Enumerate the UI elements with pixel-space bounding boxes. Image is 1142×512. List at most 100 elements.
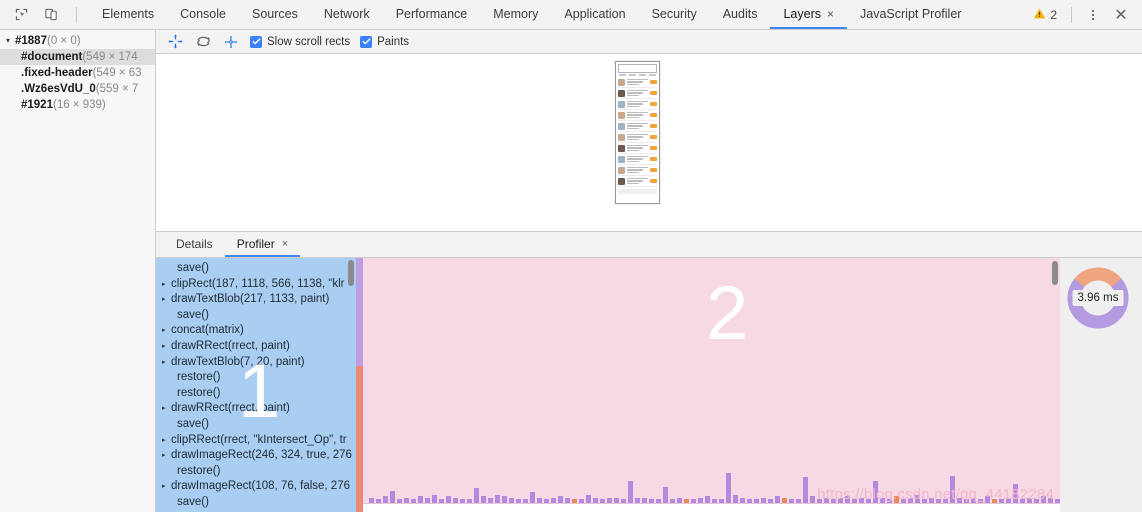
pan-tool-icon[interactable] — [166, 33, 184, 51]
status-badge[interactable]: 2 — [1027, 7, 1063, 23]
histogram-bar — [649, 499, 654, 503]
chevron-right-icon[interactable]: ▸ — [162, 355, 171, 371]
chevron-right-icon[interactable]: ▸ — [162, 401, 171, 417]
list-item[interactable]: save() — [156, 308, 356, 324]
tab-label: Sources — [252, 7, 298, 21]
list-item[interactable]: save() — [156, 417, 356, 433]
histogram-bar — [922, 499, 927, 503]
paint-command-list[interactable]: save() ▸clipRect(187, 1118, 566, 1138, "… — [156, 258, 356, 512]
histogram-bar — [467, 499, 472, 503]
checkbox-slow-scroll-rects[interactable]: Slow scroll rects — [250, 36, 350, 48]
paint-time-donut-chart: 3.96 ms — [1066, 266, 1130, 330]
chevron-right-icon[interactable]: ▸ — [162, 479, 171, 495]
chevron-right-icon[interactable]: ▸ — [162, 448, 171, 464]
list-item[interactable]: ▸drawRRect(rrect, paint) — [156, 339, 356, 355]
device-toolbar-icon[interactable] — [40, 4, 62, 26]
rotate-tool-icon[interactable] — [194, 33, 212, 51]
histogram-bar — [929, 498, 934, 503]
tree-row[interactable]: ▾#1887(0 × 0) — [0, 33, 155, 49]
tab-memory[interactable]: Memory — [480, 0, 551, 29]
chevron-right-icon[interactable]: ▸ — [162, 292, 171, 308]
command-list-scrollbar[interactable] — [348, 260, 354, 286]
reset-transform-icon[interactable] — [222, 33, 240, 51]
chevron-right-icon[interactable]: ▸ — [162, 339, 171, 355]
histogram-bar — [887, 499, 892, 503]
tab-label: Elements — [102, 7, 154, 21]
tree-row[interactable]: #1921(16 × 939) — [0, 97, 155, 113]
tab-close-icon[interactable]: × — [827, 8, 834, 20]
tab-label: Performance — [396, 7, 468, 21]
histogram-bar — [432, 495, 437, 503]
layer-name: #1887 — [15, 35, 47, 47]
command-text: drawTextBlob(217, 1133, paint) — [171, 293, 329, 305]
layers-content: Slow scroll rects Paints — [156, 30, 1142, 512]
histogram-bar — [712, 499, 717, 503]
histogram-bar — [369, 498, 374, 503]
tab-performance[interactable]: Performance — [383, 0, 481, 29]
inspect-element-icon[interactable] — [10, 4, 32, 26]
tab-network[interactable]: Network — [311, 0, 383, 29]
tab-console[interactable]: Console — [167, 0, 239, 29]
paint-panel-scrollbar[interactable] — [1052, 261, 1058, 285]
list-item[interactable]: restore() — [156, 464, 356, 480]
tab-audits[interactable]: Audits — [710, 0, 771, 29]
chevron-right-icon[interactable]: ▸ — [162, 277, 171, 293]
proportion-segment-orange — [356, 366, 363, 512]
checkbox-label: Slow scroll rects — [267, 36, 350, 48]
command-text: clipRRect(rrect, "kIntersect_Op", tr — [171, 434, 347, 446]
vertical-dots-icon[interactable] — [1080, 2, 1106, 28]
layers-3d-viewport[interactable] — [156, 54, 1142, 232]
histogram-bar — [628, 481, 633, 503]
histogram-bar — [642, 498, 647, 503]
thumb-row — [618, 88, 657, 99]
paint-preview-panel[interactable]: 2 https://blog.csdn.net/qq_44182284 — [363, 258, 1060, 512]
command-text: save() — [177, 496, 209, 508]
histogram-bar — [740, 498, 745, 503]
histogram-bar — [509, 498, 514, 503]
tree-row[interactable]: .fixed-header(549 × 63 — [0, 65, 155, 81]
histogram-bar — [376, 499, 381, 503]
profiler-summary-gutter: 3.96 ms — [1060, 258, 1142, 512]
tree-row[interactable]: #document(549 × 174 — [0, 49, 155, 65]
list-item[interactable]: save() — [156, 261, 356, 277]
command-text: drawImageRect(246, 324, true, 276 — [171, 449, 352, 461]
list-item[interactable]: save() — [156, 495, 356, 511]
list-item[interactable]: ▸clipRRect(rrect, "kIntersect_Op", tr — [156, 433, 356, 449]
chevron-right-icon[interactable]: ▸ — [162, 323, 171, 339]
tab-details[interactable]: Details — [164, 232, 225, 257]
checkbox-paints[interactable]: Paints — [360, 36, 409, 48]
list-item[interactable]: ▸drawImageRect(246, 324, true, 276 — [156, 448, 356, 464]
tab-security[interactable]: Security — [639, 0, 710, 29]
tab-javascript-profiler[interactable]: JavaScript Profiler — [847, 0, 974, 29]
histogram-bar — [985, 496, 990, 503]
chevron-down-icon[interactable]: ▾ — [6, 33, 15, 49]
histogram-bar — [691, 499, 696, 503]
command-text: save() — [177, 418, 209, 430]
list-item[interactable]: ▸drawImageRect(108, 76, false, 276 — [156, 479, 356, 495]
histogram-bar — [698, 498, 703, 503]
tab-close-icon[interactable]: × — [282, 238, 288, 250]
tab-label: Layers — [783, 7, 821, 21]
list-item[interactable]: restore() — [156, 386, 356, 402]
tab-elements[interactable]: Elements — [89, 0, 167, 29]
histogram-bar — [1027, 498, 1032, 503]
command-text: drawImageRect(108, 76, false, 276 — [171, 480, 350, 492]
list-item[interactable]: ▸clipRect(187, 1118, 566, 1138, "klr — [156, 277, 356, 293]
list-item[interactable]: ▸drawTextBlob(217, 1133, paint) — [156, 292, 356, 308]
layer-preview-thumbnail[interactable] — [615, 61, 660, 204]
list-item[interactable]: ▸drawTextBlob(7, 20, paint) — [156, 355, 356, 371]
tab-layers[interactable]: Layers × — [770, 0, 847, 29]
tab-sources[interactable]: Sources — [239, 0, 311, 29]
layer-dims: (549 × 174 — [82, 51, 137, 63]
histogram-bar — [754, 499, 759, 503]
tree-row[interactable]: .Wz6esVdU_0(559 × 7 — [0, 81, 155, 97]
list-item[interactable]: ▸concat(matrix) — [156, 323, 356, 339]
histogram-bar — [607, 498, 612, 503]
list-item[interactable]: ▸drawRRect(rrect, paint) — [156, 401, 356, 417]
chevron-right-icon[interactable]: ▸ — [162, 433, 171, 449]
tab-profiler[interactable]: Profiler × — [225, 232, 300, 257]
close-icon[interactable]: ✕ — [1108, 2, 1134, 28]
tab-application[interactable]: Application — [551, 0, 638, 29]
histogram-bar — [915, 495, 920, 503]
list-item[interactable]: restore() — [156, 370, 356, 386]
